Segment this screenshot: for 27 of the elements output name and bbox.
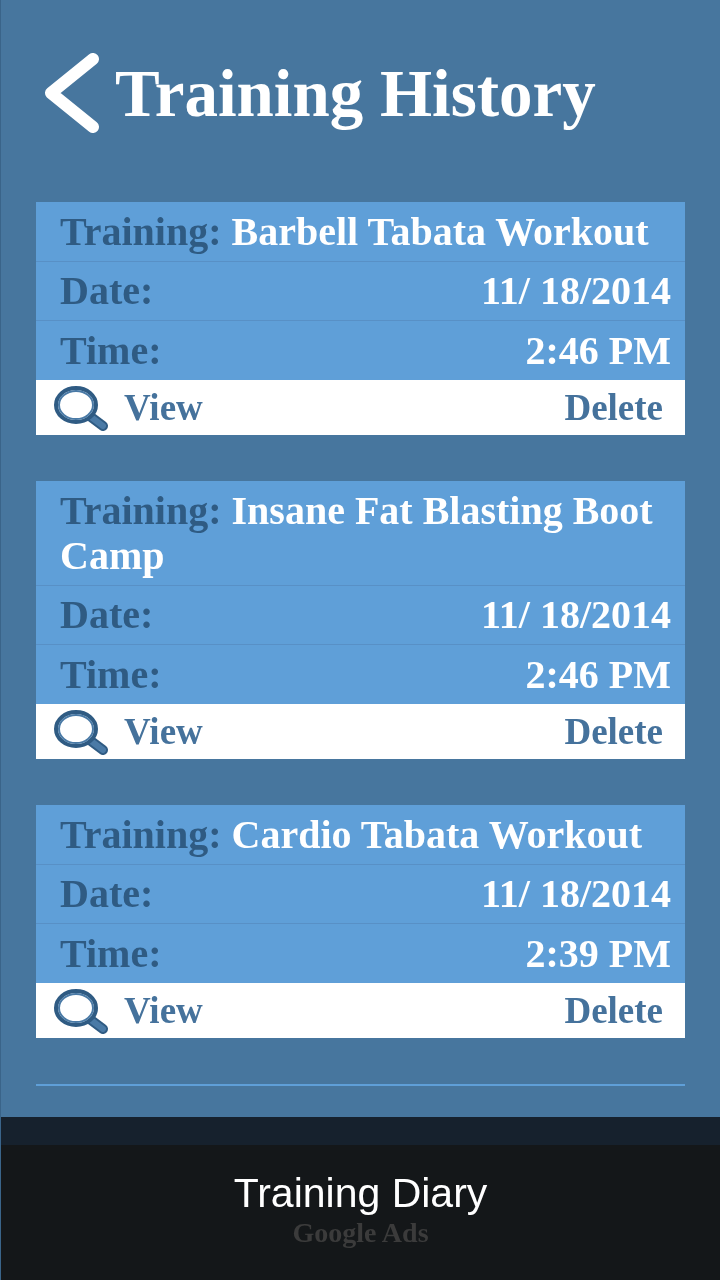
time-value: 2:46 PM — [525, 651, 671, 698]
back-chevron-icon — [43, 53, 101, 133]
time-label: Time: — [60, 930, 162, 977]
time-value: 2:39 PM — [525, 930, 671, 977]
training-info: Training: Barbell Tabata Workout — [60, 209, 650, 254]
search-icon — [52, 384, 110, 431]
search-icon — [52, 708, 110, 755]
time-label: Time: — [60, 327, 162, 374]
date-label: Date: — [60, 871, 154, 917]
view-button[interactable]: View — [52, 987, 203, 1034]
view-button[interactable]: View — [52, 384, 203, 431]
training-info: Training: Insane Fat Blasting Boot Camp — [60, 488, 654, 578]
time-value: 2:46 PM — [525, 327, 671, 374]
delete-button[interactable]: Delete — [564, 992, 663, 1029]
search-icon — [52, 987, 110, 1034]
time-label: Time: — [60, 651, 162, 698]
date-label: Date: — [60, 592, 154, 638]
delete-button[interactable]: Delete — [564, 389, 663, 426]
date-label: Date: — [60, 268, 154, 314]
training-info: Training: Cardio Tabata Workout — [60, 812, 643, 857]
delete-button[interactable]: Delete — [564, 713, 663, 750]
toast-message: Training Diary — [233, 1169, 488, 1217]
date-value: 11/ 18/2014 — [480, 268, 671, 314]
date-value: 11/ 18/2014 — [480, 871, 671, 917]
view-button[interactable]: View — [52, 708, 203, 755]
back-button[interactable] — [43, 53, 101, 133]
date-value: 11/ 18/2014 — [480, 592, 671, 638]
